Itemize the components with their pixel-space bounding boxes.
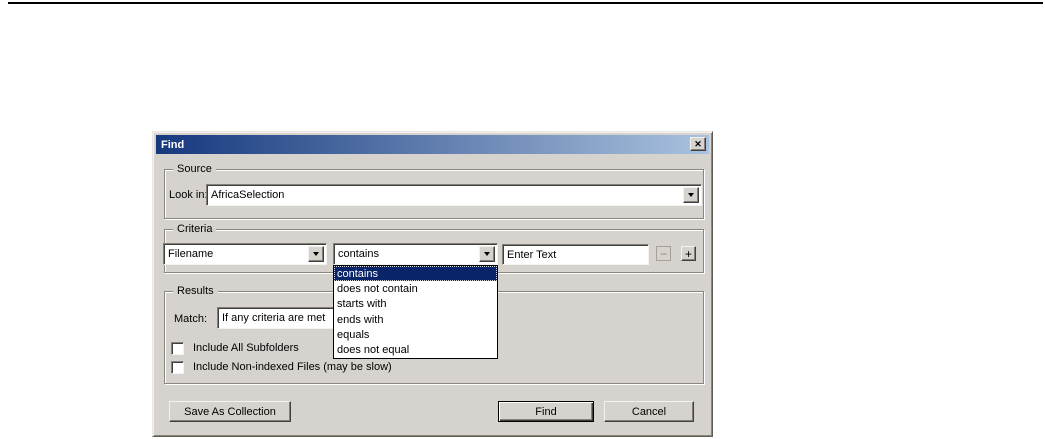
plus-icon: +	[684, 246, 692, 261]
cancel-button[interactable]: Cancel	[604, 401, 694, 422]
source-group-label: Source	[173, 163, 216, 176]
page-top-rule	[8, 2, 1043, 4]
criteria-field-value: Filename	[168, 248, 214, 260]
include-nonindexed-checkbox[interactable]	[171, 361, 184, 374]
criteria-operator-combobox[interactable]: contains	[333, 243, 498, 265]
minus-icon: −	[659, 246, 667, 261]
dialog-title: Find	[161, 138, 185, 151]
look-in-value: AfricaSelection	[211, 189, 285, 201]
look-in-label: Look in:	[169, 189, 208, 201]
criteria-text-input[interactable]	[502, 244, 649, 265]
add-criteria-button[interactable]: +	[681, 246, 696, 261]
cancel-button-label: Cancel	[631, 405, 667, 418]
operator-option[interactable]: equals	[334, 327, 497, 342]
operator-option[interactable]: does not equal	[334, 343, 497, 358]
dropdown-arrow-icon	[688, 193, 694, 197]
operator-option[interactable]: does not contain	[334, 281, 497, 296]
find-button-label: Find	[535, 405, 557, 418]
include-nonindexed-label[interactable]: Include Non-indexed Files (may be slow)	[193, 361, 392, 373]
criteria-field-dropdown-button[interactable]	[308, 246, 324, 262]
remove-criteria-button: −	[656, 246, 671, 261]
include-all-subfolders-checkbox[interactable]	[171, 342, 184, 355]
dialog-titlebar[interactable]: Find ✕	[156, 135, 709, 154]
operator-option[interactable]: ends with	[334, 312, 497, 327]
operator-option[interactable]: starts with	[334, 297, 497, 312]
operator-dropdown-list[interactable]: contains does not contain starts with ends …	[333, 265, 498, 359]
close-button[interactable]: ✕	[690, 137, 706, 151]
criteria-group-label: Criteria	[173, 223, 217, 236]
criteria-operator-value: contains	[338, 248, 379, 260]
include-all-subfolders-label[interactable]: Include All Subfolders	[193, 342, 299, 354]
close-icon: ✕	[694, 138, 702, 149]
match-label: Match:	[174, 313, 208, 325]
find-dialog: Find ✕ Source Look in: AfricaSelection C…	[152, 131, 713, 437]
dropdown-arrow-icon	[313, 252, 319, 256]
criteria-field-combobox[interactable]: Filename	[163, 243, 327, 265]
save-as-collection-label: Save As Collection	[184, 405, 276, 418]
results-group-label: Results	[173, 285, 218, 298]
save-as-collection-button[interactable]: Save As Collection	[169, 401, 291, 422]
look-in-combobox[interactable]: AfricaSelection	[206, 184, 702, 206]
criteria-operator-dropdown-button[interactable]	[479, 246, 495, 262]
find-button[interactable]: Find	[498, 401, 594, 422]
dropdown-arrow-icon	[484, 252, 490, 256]
look-in-dropdown-button[interactable]	[683, 187, 699, 203]
operator-option[interactable]: contains	[334, 266, 497, 282]
